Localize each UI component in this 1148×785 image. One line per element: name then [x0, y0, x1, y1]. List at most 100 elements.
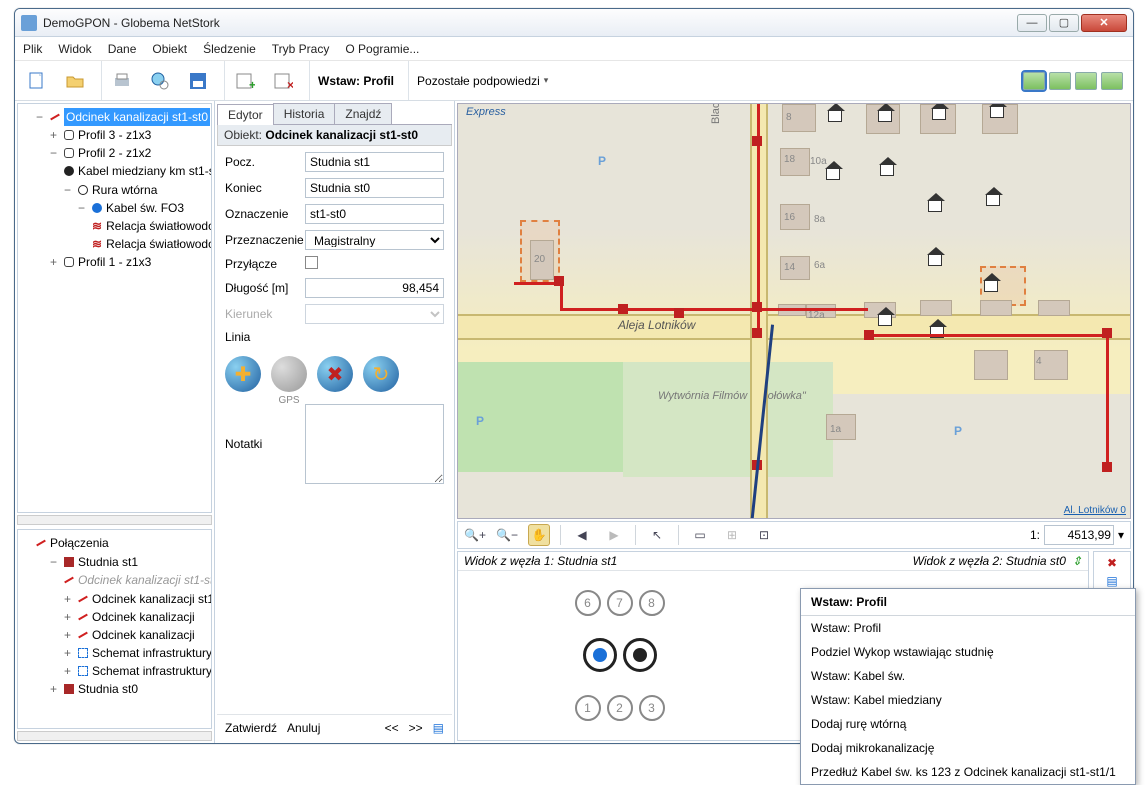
tree-item-root[interactable]: Odcinek kanalizacji st1-st0	[64, 108, 210, 126]
hints-dropdown[interactable]: Pozostałe podpowiedzi	[417, 74, 548, 88]
select-rect-icon[interactable]: ▭	[689, 524, 711, 546]
conn-hscroll[interactable]	[17, 731, 212, 741]
globe-add-icon[interactable]: ✚	[225, 356, 261, 392]
tree-item[interactable]: Odcinek kanalizacji st1-st0	[78, 571, 212, 589]
tab-find[interactable]: Znajdź	[334, 103, 392, 124]
menu-trace[interactable]: Śledzenie	[203, 42, 256, 56]
menu-object[interactable]: Obiekt	[152, 42, 187, 56]
tab-editor[interactable]: Edytor	[217, 104, 274, 125]
cancel-button[interactable]: Anuluj	[287, 721, 320, 735]
list-icon[interactable]: ▤	[1106, 574, 1117, 588]
field-end-input[interactable]	[305, 178, 444, 198]
context-menu-item[interactable]: Podziel Wykop wstawiając studnię	[801, 640, 1135, 664]
titlebar[interactable]: DemoGPON - Globema NetStork — ▢	[15, 9, 1133, 37]
field-conn-checkbox[interactable]	[305, 256, 318, 269]
layout-toggle-2[interactable]	[1049, 72, 1071, 90]
duct[interactable]: 7	[607, 590, 633, 616]
print-icon[interactable]	[110, 69, 134, 93]
duct[interactable]: 3	[639, 695, 665, 721]
confirm-button[interactable]: Zatwierdź	[225, 721, 277, 735]
tree-item[interactable]: Studnia st0	[78, 680, 138, 698]
context-menu-item[interactable]: Wstaw: Kabel miedziany	[801, 688, 1135, 712]
notes-input[interactable]	[305, 404, 444, 484]
zoom-out-icon[interactable]: 🔍−	[496, 524, 518, 546]
context-menu-item[interactable]: Dodaj rurę wtórną	[801, 712, 1135, 736]
close-button[interactable]	[1081, 14, 1127, 32]
tree-item[interactable]: Profil 2 - z1x2	[78, 144, 151, 162]
back-icon[interactable]: ◀	[571, 524, 593, 546]
field-purpose-select[interactable]: Magistralny	[305, 230, 444, 250]
duct[interactable]: 6	[575, 590, 601, 616]
pan-icon[interactable]: ✋	[528, 524, 550, 546]
globe-delete-icon[interactable]: ✖	[317, 356, 353, 392]
close-icon[interactable]: ✖	[1107, 556, 1117, 570]
conn-root[interactable]: Połączenia	[50, 534, 109, 552]
tree-item[interactable]: Odcinek kanalizacji st1-st1/	[92, 590, 212, 608]
delete-icon[interactable]: ×	[271, 69, 295, 93]
add-icon[interactable]: +	[233, 69, 257, 93]
duct[interactable]: 8	[639, 590, 665, 616]
well-resize-icon[interactable]: ⇕	[1072, 554, 1082, 568]
pointer-icon[interactable]: ↖	[646, 524, 668, 546]
open-file-icon[interactable]	[63, 69, 87, 93]
globe-refresh-icon[interactable]: ↻	[363, 356, 399, 392]
tree-item[interactable]: Odcinek kanalizacji	[92, 626, 195, 644]
select-node-icon[interactable]: ⊞	[721, 524, 743, 546]
menu-view[interactable]: Widok	[58, 42, 91, 56]
tree-item[interactable]: Rura wtórna	[92, 181, 157, 199]
window-title: DemoGPON - Globema NetStork	[43, 16, 1017, 30]
tree-item[interactable]: Kabel św. FO3	[106, 199, 184, 217]
field-end-label: Koniec	[225, 181, 305, 195]
new-file-icon[interactable]	[25, 69, 49, 93]
globe-gps-icon[interactable]	[271, 356, 307, 392]
duct-large[interactable]	[623, 638, 657, 672]
layout-toggle-1[interactable]	[1023, 72, 1045, 90]
menu-mode[interactable]: Tryb Pracy	[272, 42, 330, 56]
layout-toggle-3[interactable]	[1075, 72, 1097, 90]
insert-mode-label[interactable]: Wstaw: Profil	[318, 74, 394, 88]
context-menu-item[interactable]: Dodaj mikrokanalizację	[801, 736, 1135, 760]
field-mark-input[interactable]	[305, 204, 444, 224]
minimize-button[interactable]: —	[1017, 14, 1047, 32]
zoom-in-icon[interactable]: 🔍+	[464, 524, 486, 546]
tree-hscroll[interactable]	[17, 515, 212, 525]
prev-button[interactable]: <<	[385, 721, 399, 735]
map-viewport[interactable]: Wytwórnia Filmów "Czołówka" Express Blac…	[457, 103, 1131, 519]
globe-search-icon[interactable]	[148, 69, 172, 93]
select-net-icon[interactable]: ⊡	[753, 524, 775, 546]
field-length-input[interactable]	[305, 278, 444, 298]
tree-item[interactable]: Relacja światłowodo	[106, 235, 212, 253]
menu-file[interactable]: Plik	[23, 42, 42, 56]
next-button[interactable]: >>	[409, 721, 423, 735]
layout-toggle-4[interactable]	[1101, 72, 1123, 90]
tree-item[interactable]: Profil 3 - z1x3	[78, 126, 151, 144]
tree-item[interactable]: Studnia st1	[78, 553, 138, 571]
context-menu-item[interactable]: Wstaw: Kabel św.	[801, 664, 1135, 688]
tree-item[interactable]: Odcinek kanalizacji	[92, 608, 195, 626]
field-start-input[interactable]	[305, 152, 444, 172]
scale-input[interactable]	[1044, 525, 1114, 545]
duct[interactable]: 2	[607, 695, 633, 721]
menu-data[interactable]: Dane	[108, 42, 137, 56]
tab-history[interactable]: Historia	[273, 103, 336, 124]
duct-large[interactable]	[583, 638, 617, 672]
list-icon[interactable]: ▤	[433, 721, 444, 735]
connections-tree[interactable]: Połączenia −Studnia st1 Odcinek kanaliza…	[17, 529, 212, 729]
save-icon[interactable]	[186, 69, 210, 93]
context-menu-head: Wstaw: Profil	[801, 589, 1135, 616]
tree-item[interactable]: Profil 1 - z1x3	[78, 253, 151, 271]
tree-item[interactable]: Schemat infrastruktury	[92, 644, 212, 662]
maximize-button[interactable]: ▢	[1049, 14, 1079, 32]
tree-item[interactable]: Kabel miedziany km st1-st0 l	[78, 162, 212, 180]
duct[interactable]: 1	[575, 695, 601, 721]
notes-label: Notatki	[225, 437, 305, 451]
forward-icon[interactable]: ▶	[603, 524, 625, 546]
tree-item[interactable]: Relacja światłowodo	[106, 217, 212, 235]
object-tree[interactable]: −Odcinek kanalizacji st1-st0 +Profil 3 -…	[17, 103, 212, 513]
tree-item[interactable]: Schemat infrastruktury	[92, 662, 212, 680]
context-menu-item[interactable]: Wstaw: Profil	[801, 616, 1135, 640]
menu-about[interactable]: O Pogramie...	[345, 42, 419, 56]
context-menu-item[interactable]: Przedłuż Kabel św. ks 123 z Odcinek kana…	[801, 760, 1135, 784]
context-menu[interactable]: Wstaw: Profil Wstaw: Profil Podziel Wyko…	[800, 588, 1136, 785]
scale-dropdown-icon[interactable]: ▾	[1118, 528, 1124, 542]
